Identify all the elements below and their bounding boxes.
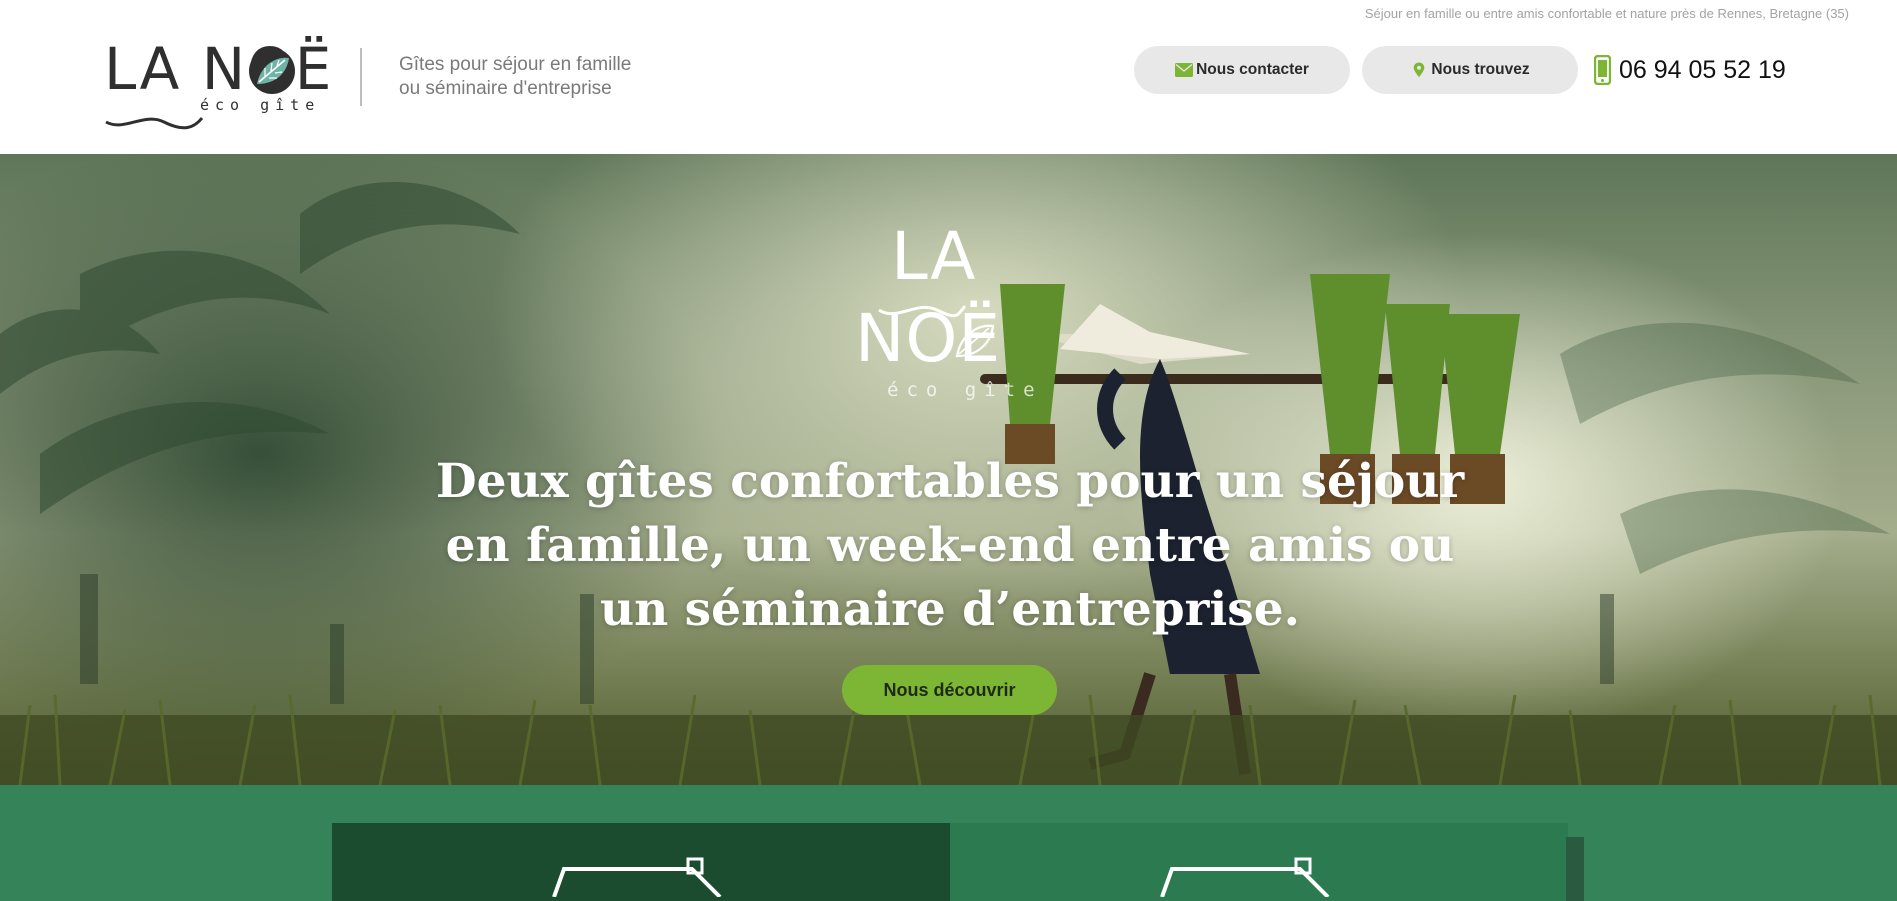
contact-button-label: Nous contacter bbox=[1196, 61, 1309, 78]
hero-leaf-icon bbox=[955, 324, 995, 358]
find-us-button[interactable]: Nous trouvez bbox=[1362, 46, 1578, 94]
header-divider bbox=[360, 48, 362, 106]
site-logo[interactable]: LA NOË éco gîte bbox=[104, 40, 331, 130]
contact-button[interactable]: Nous contacter bbox=[1134, 46, 1350, 94]
features-band bbox=[0, 785, 1897, 901]
house-icon bbox=[1160, 857, 1330, 897]
envelope-icon bbox=[1175, 63, 1194, 77]
header-subtitle-line1: Gîtes pour séjour en famille bbox=[399, 54, 632, 75]
top-tagline: Séjour en famille ou entre amis conforta… bbox=[1364, 6, 1849, 21]
feature-card[interactable] bbox=[332, 823, 950, 901]
header-subtitle: Gîtes pour séjour en famille ou séminair… bbox=[399, 53, 631, 101]
discover-button[interactable]: Nous découvrir bbox=[842, 665, 1057, 715]
hero-title: Deux gîtes confortables pour un séjour e… bbox=[435, 454, 1465, 637]
discover-button-label: Nous découvrir bbox=[883, 679, 1016, 700]
phone-link[interactable]: 06 94 05 52 19 bbox=[1594, 54, 1786, 86]
hero-logo: LA NOË éco gîte bbox=[855, 224, 1045, 424]
map-pin-icon bbox=[1414, 62, 1425, 78]
logo-subtitle: éco gîte bbox=[200, 96, 321, 114]
hero-logo-la: LA bbox=[891, 218, 977, 295]
leaf-icon bbox=[249, 48, 295, 94]
phone-number: 06 94 05 52 19 bbox=[1619, 55, 1786, 84]
mobile-phone-icon bbox=[1594, 55, 1611, 85]
hero-logo-subtitle: éco gîte bbox=[887, 379, 1043, 401]
find-us-button-label: Nous trouvez bbox=[1431, 61, 1530, 78]
logo-wordmark: LA NOË bbox=[104, 35, 334, 103]
card-shadow bbox=[1566, 837, 1584, 901]
house-icon bbox=[552, 857, 722, 897]
feature-card[interactable] bbox=[950, 823, 1568, 901]
site-header: Séjour en famille ou entre amis conforta… bbox=[0, 0, 1897, 154]
header-subtitle-line2: ou séminaire d'entreprise bbox=[399, 78, 612, 99]
hero-banner: LA NOË éco gîte Deux gîtes confortables … bbox=[0, 154, 1897, 785]
